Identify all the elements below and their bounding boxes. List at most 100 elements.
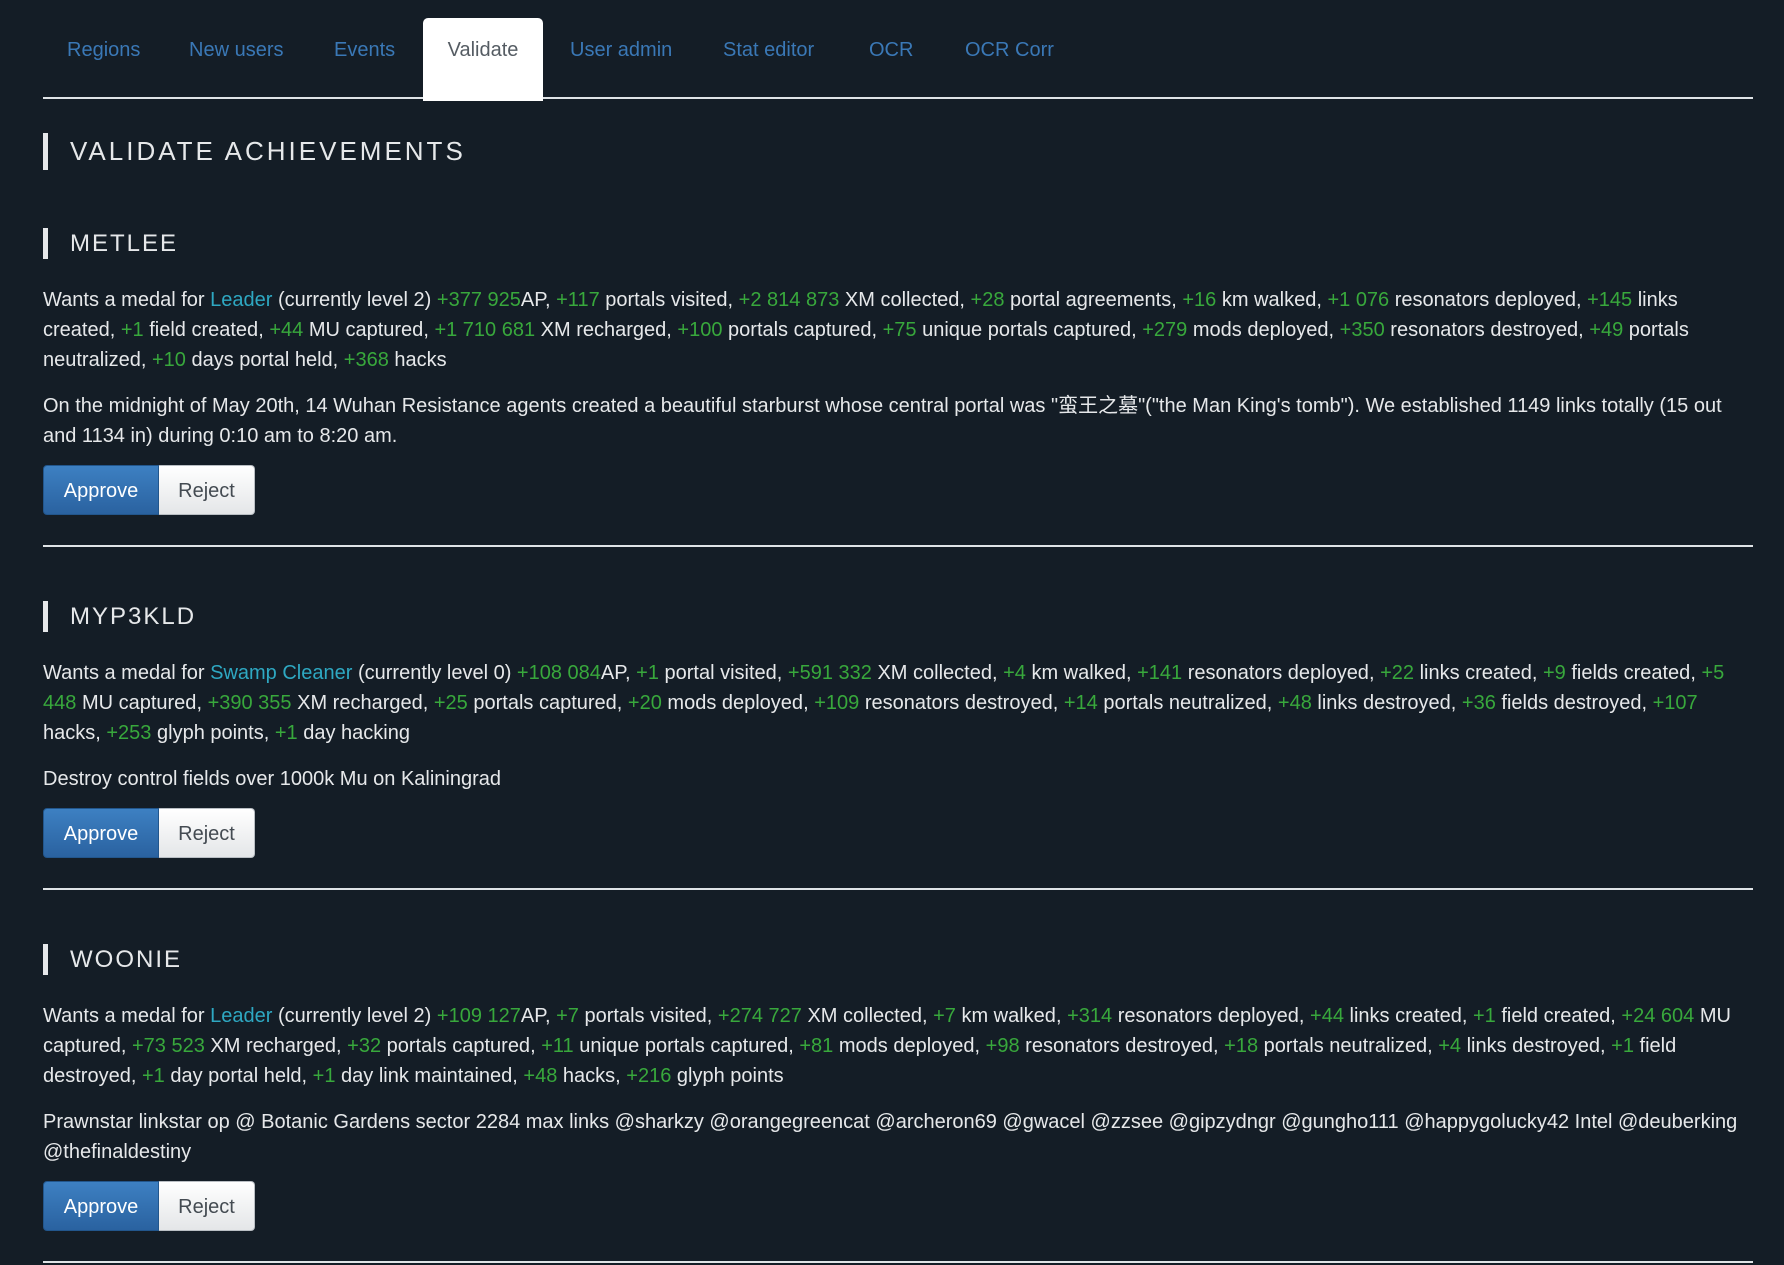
medal-prefix: Wants a medal for <box>43 289 205 311</box>
achievement-entry: METLEE Wants a medal for Leader (currentl… <box>43 228 1753 547</box>
stat-value: +36 <box>1461 692 1496 714</box>
stat-label: XM collected <box>877 662 992 684</box>
approve-button[interactable]: Approve <box>43 808 159 858</box>
tab-regions[interactable]: Regions <box>67 18 140 99</box>
stat-value: +117 <box>556 289 600 311</box>
reject-button[interactable]: Reject <box>159 808 255 858</box>
page-title: VALIDATE ACHIEVEMENTS <box>43 133 1753 170</box>
stat-value: +108 084 <box>516 662 601 684</box>
stat-value: +274 727 <box>717 1005 802 1027</box>
tab-validate[interactable]: Validate <box>423 18 543 101</box>
stat-value: +1 <box>636 662 659 684</box>
stat-value: +100 <box>677 319 723 341</box>
stat-value: +7 <box>556 1005 579 1027</box>
reject-button[interactable]: Reject <box>159 465 255 515</box>
medal-prefix: Wants a medal for <box>43 1005 205 1027</box>
stat-label: resonators destroyed <box>864 692 1053 714</box>
agent-name: METLEE <box>43 228 1753 259</box>
stat-label: portals captured <box>386 1035 531 1057</box>
current-level: (currently level 2) <box>277 1005 432 1027</box>
stat-value: +390 355 <box>207 692 292 714</box>
stat-label: XM recharged <box>297 692 423 714</box>
nav-tabs: Regions New users Events Validate User a… <box>43 18 1753 101</box>
stat-label: AP <box>520 1005 545 1027</box>
stat-value: +314 <box>1067 1005 1113 1027</box>
stat-label: resonators deployed <box>1117 1005 1299 1027</box>
stat-label: portal agreements <box>1010 289 1172 311</box>
main-container: Regions New users Events Validate User a… <box>43 0 1753 1263</box>
agent-name: WOONIE <box>43 944 1753 975</box>
stat-value: +1 <box>141 1065 165 1087</box>
stat-value: +1 <box>274 722 298 744</box>
achievement-entry: MYP3KLD Wants a medal for Swamp Cleaner (… <box>43 601 1753 890</box>
stat-value: +7 <box>933 1005 956 1027</box>
stat-label: links destroyed <box>1317 692 1451 714</box>
stat-label: resonators deployed <box>1394 289 1576 311</box>
stat-label: links created <box>1419 662 1532 684</box>
stat-value: +1 <box>120 319 144 341</box>
tab-stat-editor[interactable]: Stat editor <box>723 18 814 99</box>
agent-name: MYP3KLD <box>43 601 1753 632</box>
stat-label: XM collected <box>844 289 960 311</box>
achievement-note: Prawnstar linkstar op @ Botanic Gardens … <box>43 1111 1738 1163</box>
medal-link[interactable]: Leader <box>210 289 272 311</box>
stat-label: portals visited <box>605 289 728 311</box>
achievement-note: Destroy control fields over 1000k Mu on … <box>43 768 502 790</box>
tab-ocr-corr[interactable]: OCR Corr <box>965 18 1054 99</box>
stat-value: +1 710 681 <box>434 319 536 341</box>
approve-button[interactable]: Approve <box>43 1181 159 1231</box>
action-buttons: Approve Reject <box>43 808 1753 858</box>
reject-button[interactable]: Reject <box>159 1181 255 1231</box>
stat-value: +98 <box>985 1035 1020 1057</box>
stat-value: +2 814 873 <box>738 289 840 311</box>
stat-value: +48 <box>523 1065 558 1087</box>
stat-label: portals neutralized <box>1103 692 1267 714</box>
stat-value: +14 <box>1063 692 1098 714</box>
stat-label: portals neutralized <box>1263 1035 1428 1057</box>
tab-events[interactable]: Events <box>334 18 395 99</box>
stat-label: unique portals captured <box>922 319 1132 341</box>
stat-value: +24 604 <box>1621 1005 1695 1027</box>
entry-divider <box>43 1261 1753 1263</box>
stat-label: XM recharged <box>210 1035 337 1057</box>
stat-value: +18 <box>1224 1035 1259 1057</box>
stat-value: +1 <box>1611 1035 1634 1057</box>
stat-label: days portal held <box>191 349 333 371</box>
stat-label: mods deployed <box>838 1035 975 1057</box>
stat-label: resonators destroyed <box>1025 1035 1214 1057</box>
stat-value: +368 <box>343 349 389 371</box>
medal-link[interactable]: Swamp Cleaner <box>210 662 352 684</box>
stat-value: +1 <box>1472 1005 1496 1027</box>
stat-label: hacks <box>43 722 96 744</box>
entry-divider <box>43 888 1753 890</box>
stat-value: +75 <box>882 319 917 341</box>
medal-link[interactable]: Leader <box>210 1005 272 1027</box>
stat-label: AP <box>520 289 545 311</box>
stat-label: resonators deployed <box>1187 662 1369 684</box>
current-level: (currently level 2) <box>277 289 432 311</box>
approve-button[interactable]: Approve <box>43 465 159 515</box>
stat-value: +11 <box>541 1035 574 1057</box>
stat-value: +16 <box>1182 289 1217 311</box>
stat-label: XM recharged <box>540 319 667 341</box>
tab-new-users[interactable]: New users <box>189 18 283 99</box>
stat-value: +4 <box>1003 662 1026 684</box>
stat-value: +4 <box>1438 1035 1462 1057</box>
stat-value: +9 <box>1542 662 1566 684</box>
tab-user-admin[interactable]: User admin <box>570 18 672 99</box>
stat-value: +49 <box>1589 319 1624 341</box>
stat-value: +377 925 <box>436 289 521 311</box>
tab-ocr[interactable]: OCR <box>869 18 913 99</box>
stat-label: km walked <box>1221 289 1317 311</box>
stat-label: portals visited <box>584 1005 707 1027</box>
stat-label: day portal held <box>170 1065 302 1087</box>
stat-label: links created <box>1349 1005 1462 1027</box>
stat-value: +279 <box>1142 319 1188 341</box>
stat-value: +350 <box>1339 319 1385 341</box>
stat-label: links destroyed <box>1466 1035 1601 1057</box>
stat-value: +44 <box>1310 1005 1344 1027</box>
stat-value: +10 <box>151 349 186 371</box>
stat-label: MU captured <box>308 319 424 341</box>
stat-value: +44 <box>269 319 304 341</box>
stat-label: fields created <box>1571 662 1691 684</box>
